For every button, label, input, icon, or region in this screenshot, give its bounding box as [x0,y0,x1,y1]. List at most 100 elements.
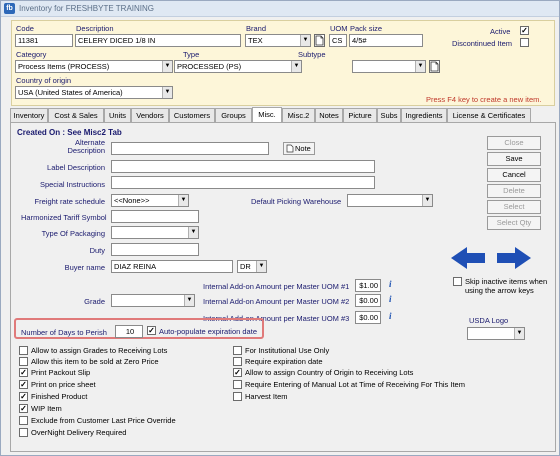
autopop-checkbox[interactable]: ✓ [147,326,156,335]
grade-label: Grade [84,297,105,306]
special-instructions-field[interactable] [111,176,375,189]
alt-desc-label: Alternate Description [67,138,105,155]
check-exclude-last-price[interactable] [19,416,28,425]
check-manual-lot[interactable] [233,380,242,389]
previous-arrow-icon [451,247,485,269]
tab-groups[interactable]: Groups [215,108,252,122]
addon1-label: Internal Add-on Amount per Master UOM #1 [203,282,350,291]
tab-customers[interactable]: Customers [169,108,215,122]
duty-field[interactable] [111,243,199,256]
usda-logo-label: USDA Logo [469,316,509,325]
save-button[interactable]: Save [487,152,541,166]
check-finished-product[interactable]: ✓ [19,392,28,401]
packaging-select[interactable]: ▼ [111,226,199,239]
perish-field[interactable]: 10 [115,325,143,338]
subtype-select[interactable]: ▼ [352,60,426,73]
chevron-down-icon: ▼ [184,295,194,306]
pack-size-label: Pack size [350,24,383,33]
tariff-label: Harmonized Tariff Symbol [21,213,107,222]
country-select[interactable]: USA (United States of America) ▼ [15,86,173,99]
tab-picture[interactable]: Picture [343,108,377,122]
check-wip-item[interactable]: ✓ [19,404,28,413]
tab-misc2[interactable]: Misc.2 [282,108,315,122]
active-label: Active [490,27,511,36]
code-label: Code [16,24,34,33]
chevron-down-icon: ▼ [422,195,432,206]
check-price-sheet[interactable]: ✓ [19,380,28,389]
chevron-down-icon: ▼ [300,35,310,46]
title-bar: fb Inventory for FRESHBYTE TRAINING [1,1,559,17]
buyer-field[interactable]: DIAZ REINA [111,260,233,273]
check-label: Allow to assign Grades to Receiving Lots [31,346,168,355]
usda-logo-select[interactable]: ▼ [467,327,525,340]
alt-desc-field[interactable] [111,142,269,155]
select-qty-button[interactable]: Select Qty [487,216,541,230]
tab-license-certificates[interactable]: License & Certificates [447,108,531,122]
buyer-code-value: DR [240,262,251,271]
cancel-button[interactable]: Cancel [487,168,541,182]
category-label: Category [16,50,47,59]
label-desc-field[interactable] [111,160,375,173]
app-logo-icon: fb [4,3,15,14]
subtype-note-icon[interactable] [429,60,440,73]
info-icon[interactable]: i [389,294,392,304]
tab-units[interactable]: Units [104,108,131,122]
grade-select[interactable]: ▼ [111,294,195,307]
addon2-label: Internal Add-on Amount per Master UOM #2 [203,297,350,306]
check-packout-slip[interactable]: ✓ [19,368,28,377]
brand-select[interactable]: TEX ▼ [245,34,311,47]
tab-inventory[interactable]: Inventory [10,108,48,122]
label-desc-label: Label Description [47,163,105,172]
description-field[interactable]: CELERY DICED 1/8 IN [75,34,241,47]
discontinued-checkbox[interactable] [520,38,529,47]
close-button[interactable]: Close [487,136,541,150]
tab-vendors[interactable]: Vendors [131,108,169,122]
addon3-field[interactable]: $0.00 [355,311,381,324]
type-select[interactable]: PROCESSED (PS) ▼ [174,60,302,73]
addon1-field[interactable]: $1.00 [355,279,381,292]
brand-label: Brand [246,24,267,33]
tab-misc[interactable]: Misc. [252,107,282,122]
check-allow-grades[interactable] [19,346,28,355]
check-country-of-origin-lots[interactable]: ✓ [233,368,242,377]
select-button[interactable]: Select [487,200,541,214]
check-label: OverNight Delivery Required [31,428,127,437]
brand-note-icon[interactable] [314,34,325,47]
pack-size-field[interactable]: 4/5# [349,34,423,47]
window-title: Inventory for FRESHBYTE TRAINING [19,4,154,13]
check-require-expiration[interactable] [233,357,242,366]
check-label: Exclude from Customer Last Price Overrid… [31,416,176,425]
freight-select[interactable]: <<None>> ▼ [111,194,189,207]
delete-button[interactable]: Delete [487,184,541,198]
tab-cost-sales[interactable]: Cost & Sales [48,108,104,122]
tab-subs[interactable]: Subs [377,108,401,122]
buyer-code-select[interactable]: DR ▼ [237,260,267,273]
note-button[interactable]: Note [283,142,315,155]
created-on-text: Created On : See Misc2 Tab [17,128,122,137]
new-item-hint: Press F4 key to create a new item. [426,95,542,104]
code-field[interactable]: 11381 [15,34,73,47]
tariff-field[interactable] [111,210,199,223]
check-institutional-use[interactable] [233,346,242,355]
chevron-down-icon: ▼ [178,195,188,206]
addon2-field[interactable]: $0.00 [355,294,381,307]
chevron-down-icon: ▼ [291,61,301,72]
check-overnight-delivery[interactable] [19,428,28,437]
skip-inactive-checkbox[interactable] [453,277,462,286]
tab-ingredients[interactable]: Ingredients [401,108,447,122]
brand-value: TEX [248,36,263,45]
check-label: For Institutional Use Only [245,346,330,355]
uom-field[interactable]: CS [329,34,347,47]
category-select[interactable]: Process Items (PROCESS) ▼ [15,60,173,73]
tab-notes[interactable]: Notes [315,108,343,122]
picking-warehouse-select[interactable]: ▼ [347,194,433,207]
check-harvest-item[interactable] [233,392,242,401]
picking-warehouse-label: Default Picking Warehouse [251,197,342,206]
active-checkbox[interactable]: ✓ [520,26,529,35]
info-icon[interactable]: i [389,279,392,289]
country-value: USA (United States of America) [18,88,123,97]
type-label: Type [183,50,200,59]
info-icon[interactable]: i [389,311,392,321]
check-zero-price[interactable] [19,357,28,366]
chevron-down-icon: ▼ [415,61,425,72]
